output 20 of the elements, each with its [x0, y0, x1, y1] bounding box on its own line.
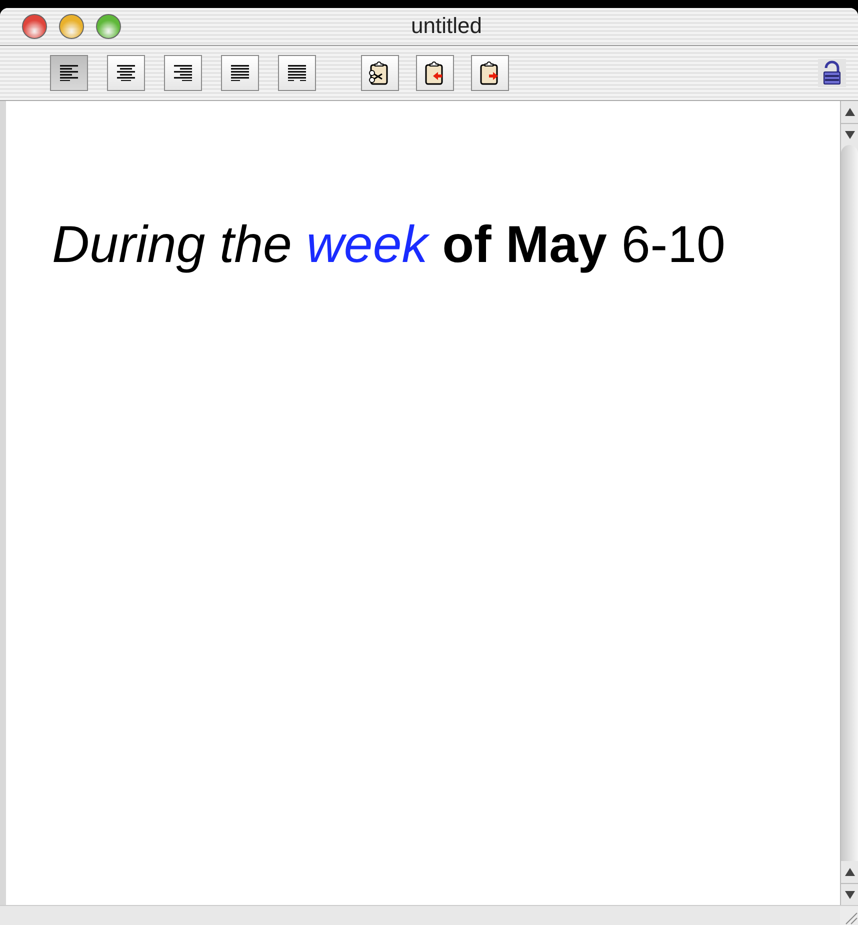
- align-full-icon: [288, 65, 306, 81]
- align-button[interactable]: [278, 55, 316, 91]
- close-button[interactable]: [22, 14, 47, 39]
- align-left-icon: [60, 65, 78, 81]
- clipboard-button[interactable]: [416, 55, 454, 91]
- align-center-icon: [117, 65, 135, 81]
- document-area[interactable]: During the week of May 6-10: [0, 101, 840, 905]
- minimize-button[interactable]: [59, 14, 84, 39]
- zoom-button[interactable]: [96, 14, 121, 39]
- unlocked-lock-icon[interactable]: [822, 60, 842, 86]
- document-text: During the week of May 6-10: [52, 219, 726, 271]
- align-button[interactable]: [164, 55, 202, 91]
- clipboard-button[interactable]: [471, 55, 509, 91]
- align-justify-icon: [231, 65, 249, 81]
- align-button[interactable]: [50, 55, 88, 91]
- align-button[interactable]: [221, 55, 259, 91]
- align-button[interactable]: [107, 55, 145, 91]
- clipboard-button[interactable]: [361, 55, 399, 91]
- align-right-icon: [174, 65, 192, 81]
- window-title: untitled: [411, 15, 482, 37]
